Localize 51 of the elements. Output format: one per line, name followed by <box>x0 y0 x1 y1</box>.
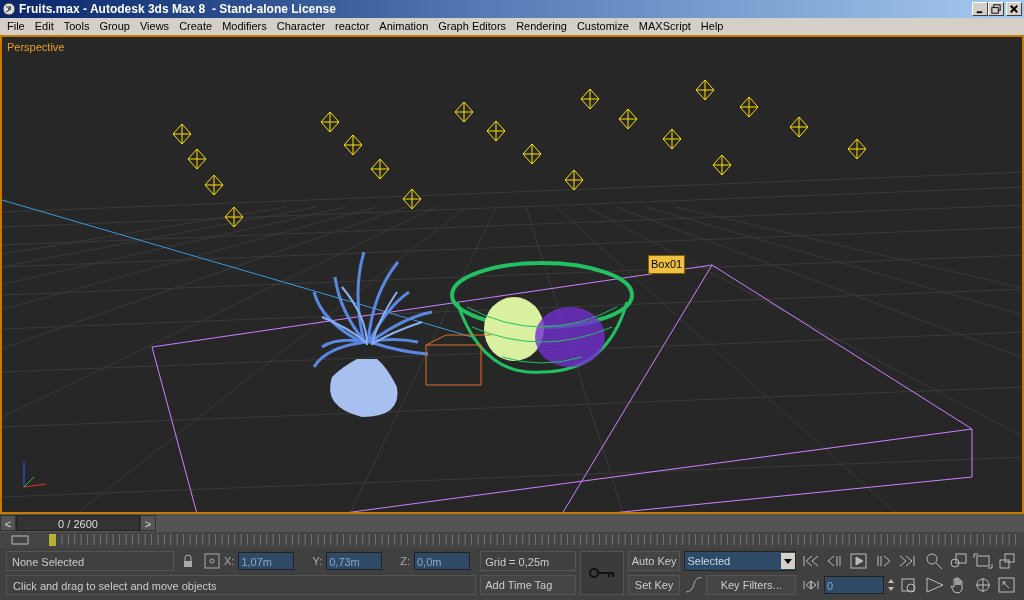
grid-spacing: Grid = 0,25m <box>480 551 576 571</box>
lock-icon[interactable] <box>182 554 194 568</box>
maximize-icon[interactable] <box>988 2 1004 16</box>
menu-item[interactable]: Edit <box>29 18 59 35</box>
menu-item[interactable]: File <box>2 18 30 35</box>
y-label: Y: <box>312 553 323 569</box>
app-logo-icon <box>2 2 16 16</box>
menu-item[interactable]: MAXScript <box>633 18 696 35</box>
menu-item[interactable]: Character <box>271 18 331 35</box>
zoom-extents-icon[interactable] <box>972 552 994 570</box>
key-mode-value: Selected <box>686 553 732 569</box>
add-time-tag-button[interactable]: Add Time Tag <box>480 575 576 595</box>
transform-mode-icon[interactable] <box>204 553 220 569</box>
menu-item[interactable]: Help <box>695 18 729 35</box>
menu-item[interactable]: Create <box>174 18 218 35</box>
tangent-curve-icon[interactable] <box>684 576 705 594</box>
previous-frame-button[interactable]: < <box>0 515 16 531</box>
set-key-button[interactable]: Set Key <box>627 575 681 595</box>
play-icon[interactable] <box>848 552 870 570</box>
menu-item[interactable]: Tools <box>58 18 95 35</box>
minimize-icon[interactable] <box>972 2 988 16</box>
menu-item[interactable]: Views <box>134 18 175 35</box>
helper-box-drawing <box>425 334 492 386</box>
auto-key-button[interactable]: Auto Key <box>627 551 681 571</box>
menu-item[interactable]: Modifiers <box>217 18 272 35</box>
z-coordinate-field[interactable]: 0,0m <box>414 552 470 570</box>
menu-item[interactable]: reactor <box>330 18 375 35</box>
y-coordinate-field[interactable]: 0,73m <box>326 552 383 570</box>
selection-status: None Selected <box>6 551 174 571</box>
close-icon[interactable] <box>1006 2 1022 16</box>
menu-item[interactable]: Customize <box>571 18 634 35</box>
z-label: Z: <box>400 553 410 569</box>
x-label: X: <box>224 553 235 569</box>
field-of-view-icon[interactable] <box>924 576 946 594</box>
menu-item[interactable]: Graph Editors <box>433 18 512 35</box>
maximize-viewport-icon[interactable] <box>996 576 1018 594</box>
menu-item[interactable]: Animation <box>374 18 434 35</box>
menu-item[interactable]: Rendering <box>511 18 572 35</box>
zoom-all-icon[interactable] <box>948 552 970 570</box>
key-filters-button[interactable]: Key Filters... <box>706 575 796 595</box>
zoom-extents-all-icon[interactable] <box>996 552 1018 570</box>
key-mode-dropdown[interactable]: Selected <box>684 551 796 571</box>
viewport-label[interactable]: Perspective <box>7 39 65 56</box>
menu-item[interactable]: Group <box>94 18 135 35</box>
current-frame-field[interactable]: 0 <box>824 576 884 594</box>
time-slider-thumb[interactable]: 0 / 2600 <box>16 515 140 531</box>
object-name-tag: Box01 <box>648 255 686 274</box>
next-frame-button[interactable]: > <box>140 515 156 531</box>
x-coordinate-field[interactable]: 1,07m <box>238 552 295 570</box>
window-title: Fruits.max - Autodesk 3ds Max 8 - Stand-alone License <box>19 1 336 18</box>
axis-tripod-icon <box>23 461 47 488</box>
